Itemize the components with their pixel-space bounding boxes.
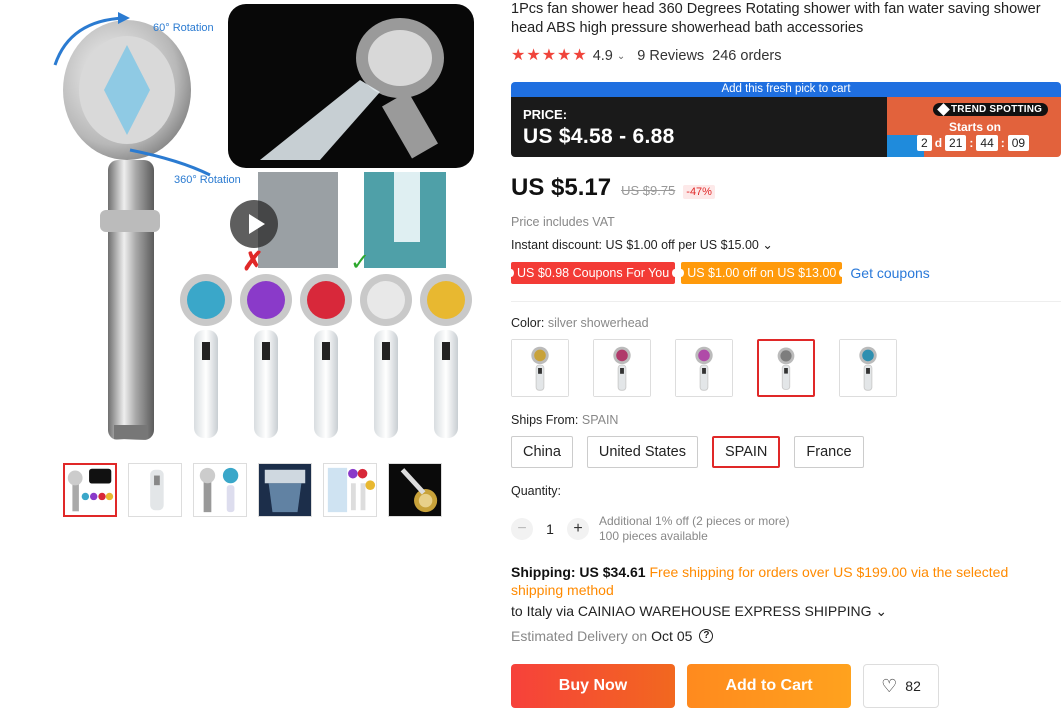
swatch-thumbnail (676, 340, 732, 396)
swatch-thumbnail (594, 340, 650, 396)
promo-price-range: US $4.58 - 6.88 (523, 125, 675, 148)
starts-on-label: Starts on (949, 120, 1002, 134)
thumbnail-1[interactable] (63, 463, 117, 517)
promo-price-block: PRICE: US $4.58 - 6.88 (511, 97, 887, 157)
bulk-discount-note: Additional 1% off (2 pieces or more) (599, 514, 790, 528)
star-icon: ★ (557, 47, 572, 64)
countdown-separator: : (1000, 136, 1005, 150)
coupon-chip-2[interactable]: US $1.00 off on US $13.00 (678, 262, 846, 284)
coupons-row: US $0.98 Coupons For You US $1.00 off on… (507, 262, 930, 284)
product-gallery: 60° Rotation 360° Rotation ✗ ✓ (0, 0, 500, 530)
quantity-stepper: − 1 + Additional 1% off (2 pieces or mor… (511, 514, 790, 544)
color-selected-value: silver showerhead (547, 316, 649, 330)
thumbnail-2[interactable] (128, 463, 182, 517)
quantity-info: Additional 1% off (2 pieces or more) 100… (599, 514, 790, 544)
vat-note: Price includes VAT (511, 215, 615, 229)
ships-from-option-france[interactable]: France (794, 436, 864, 468)
thumbnail-5[interactable] (323, 463, 377, 517)
ships-from-label-text: Ships From: (511, 413, 579, 427)
rotation-60-label: 60° Rotation (153, 22, 214, 34)
main-product-image[interactable]: 60° Rotation 360° Rotation ✗ ✓ (0, 0, 500, 450)
divider (511, 301, 1061, 302)
swatch-thumbnail (840, 340, 896, 396)
swatch-thumbnail (512, 340, 568, 396)
countdown-timer: 2 d 21 : 44 : 09 (917, 135, 1030, 151)
discount-badge: -47% (683, 185, 715, 199)
color-swatch-blue[interactable] (839, 339, 897, 397)
promo-price-label: PRICE: (523, 107, 568, 122)
ships-from-options: China United States SPAIN France (511, 436, 864, 468)
color-swatch-pink[interactable] (675, 339, 733, 397)
estimated-delivery-date: Oct 05 (651, 628, 693, 644)
quantity-label: Quantity: (511, 484, 562, 498)
ships-from-option-china[interactable]: China (511, 436, 573, 468)
countdown-days: 2 (917, 135, 932, 151)
thumbnail-4[interactable] (258, 463, 312, 517)
shipping-cost: Shipping: US $34.61 (511, 564, 646, 580)
shipping-method-selector[interactable]: to Italy via CAINIAO WAREHOUSE EXPRESS S… (511, 603, 887, 620)
ships-from-label: Ships From: SPAIN (511, 413, 618, 427)
quantity-plus-button[interactable]: + (567, 518, 589, 540)
wishlist-button[interactable]: ♡ 82 (863, 664, 939, 708)
promo-strip: Add this fresh pick to cart (511, 82, 1061, 97)
svg-text:✗: ✗ (242, 246, 264, 276)
ships-from-option-spain[interactable]: SPAIN (711, 436, 781, 468)
chevron-down-icon[interactable]: ⌄ (617, 51, 625, 62)
wishlist-count: 82 (905, 678, 921, 694)
countdown-seconds: 09 (1007, 135, 1030, 151)
estimated-delivery: Estimated Delivery on Oct 05 ? (511, 628, 714, 644)
purchase-actions: Buy Now Add to Cart ♡ 82 (511, 664, 939, 708)
shipping-info: Shipping: US $34.61 Free shipping for or… (511, 563, 1051, 599)
color-swatch-gold[interactable] (511, 339, 569, 397)
promo-banner: Add this fresh pick to cart PRICE: US $4… (511, 82, 1061, 157)
thumbnail-3[interactable] (193, 463, 247, 517)
reviews-link[interactable]: 9 Reviews (637, 48, 704, 64)
orders-count: 246 orders (712, 48, 782, 64)
trend-spotting-badge: TREND SPOTTING (933, 103, 1049, 116)
help-icon[interactable]: ? (699, 629, 714, 643)
heart-icon: ♡ (881, 676, 898, 696)
play-video-button[interactable] (230, 200, 278, 248)
color-swatch-purple[interactable] (593, 339, 651, 397)
thumbnail-strip (63, 463, 442, 517)
product-title: 1Pcs fan shower head 360 Degrees Rotatin… (511, 1, 1041, 36)
ships-from-selected: SPAIN (581, 413, 619, 427)
countdown-separator: : (969, 136, 974, 150)
color-swatch-silver[interactable] (757, 339, 815, 397)
stock-available: 100 pieces available (599, 529, 708, 543)
add-to-cart-button[interactable]: Add to Cart (687, 664, 851, 708)
trend-badge-label: TREND SPOTTING (951, 104, 1043, 115)
original-price: US $9.75 (621, 183, 676, 198)
rating-stars: ★ ★ ★ ★ ★ (511, 48, 587, 64)
rotation-360-label: 360° Rotation (174, 174, 241, 186)
ships-from-option-united-states[interactable]: United States (586, 436, 698, 468)
swatch-thumbnail (759, 341, 813, 395)
quantity-minus-button[interactable]: − (511, 518, 533, 540)
star-icon: ★ (511, 47, 526, 64)
estimated-delivery-label: Estimated Delivery on (511, 628, 648, 644)
star-icon: ★ (541, 47, 557, 64)
countdown-minutes: 44 (976, 135, 998, 151)
color-label: Color: silver showerhead (511, 316, 649, 330)
color-swatches (511, 339, 897, 397)
quantity-value[interactable]: 1 (533, 521, 567, 537)
diamond-icon (937, 103, 950, 116)
countdown-hours: 21 (945, 135, 967, 151)
instant-discount[interactable]: Instant discount: US $1.00 off per US $1… (511, 237, 773, 252)
promo-countdown-block: TREND SPOTTING Starts on 2 d 21 : 44 : 0… (887, 97, 1061, 157)
star-icon: ★ (526, 47, 541, 64)
star-icon: ★ (572, 47, 587, 64)
buy-now-button[interactable]: Buy Now (511, 664, 675, 708)
get-coupons-link[interactable]: Get coupons (850, 265, 929, 281)
color-label-text: Color: (511, 316, 545, 330)
coupon-chip-1[interactable]: US $0.98 Coupons For You (507, 262, 679, 284)
countdown-days-unit: d (934, 136, 943, 150)
svg-text:✓: ✓ (350, 248, 370, 276)
thumbnail-6[interactable] (388, 463, 442, 517)
current-price: US $5.17 (511, 174, 612, 201)
rating-value: 4.9 (592, 48, 613, 64)
rating-row: ★ ★ ★ ★ ★ 4.9 ⌄ 9 Reviews 246 orders (511, 48, 782, 65)
price-row: US $5.17 US $9.75 -47% (511, 174, 715, 202)
